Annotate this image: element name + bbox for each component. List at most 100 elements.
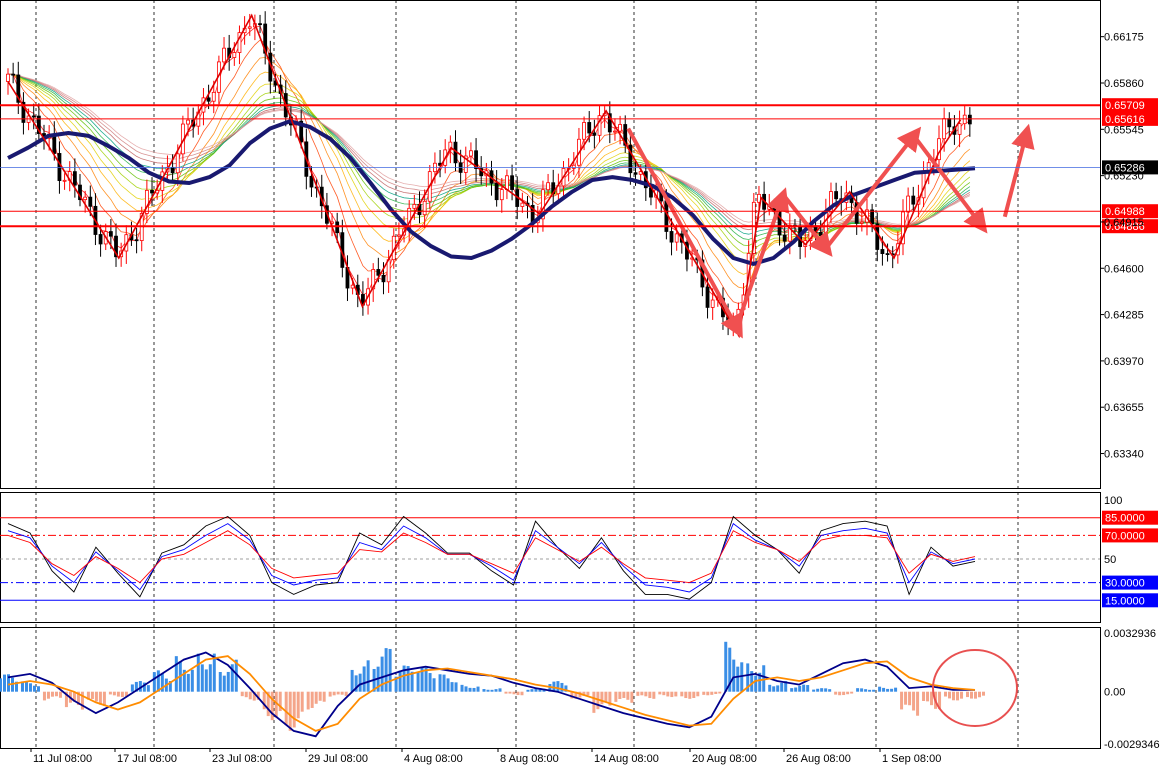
macd-histogram-bar xyxy=(820,688,824,692)
x-tick-label: 11 Jul 08:00 xyxy=(33,753,92,765)
macd-histogram-bar xyxy=(666,691,670,697)
macd-histogram-bar xyxy=(472,687,476,692)
macd-histogram-bar xyxy=(806,685,810,692)
macd-histogram-bar xyxy=(296,691,300,719)
macd-histogram-bar xyxy=(388,648,392,692)
candle-body xyxy=(880,249,885,254)
macd-histogram-bar xyxy=(384,648,388,692)
candle-body xyxy=(710,299,715,308)
macd-y-tick-label: -0.0029346 xyxy=(1104,739,1160,751)
macd-histogram-bar xyxy=(58,691,62,698)
y-tick-label: 0.65545 xyxy=(1104,124,1144,136)
candle-body xyxy=(150,189,154,194)
macd-histogram-bar xyxy=(900,691,904,710)
osc-level-label: 30.0000 xyxy=(1105,578,1145,590)
macd-histogram-bar xyxy=(248,691,252,700)
macd-histogram-bar xyxy=(614,691,618,702)
macd-histogram-bar xyxy=(190,669,194,692)
candle-body xyxy=(62,179,67,182)
macd-histogram-bar xyxy=(626,691,630,700)
candle-body xyxy=(88,196,93,207)
candle-body xyxy=(186,119,190,125)
candle-body xyxy=(571,164,576,169)
macd-histogram-bar xyxy=(702,691,706,695)
macd-histogram-bar xyxy=(812,689,816,692)
candle-body xyxy=(885,253,890,255)
x-tick-label: 17 Jul 08:00 xyxy=(117,753,177,765)
macd-histogram-bar xyxy=(270,691,274,721)
macd-histogram-bar xyxy=(970,691,973,699)
candle-body xyxy=(412,204,417,209)
candle-body xyxy=(967,114,972,125)
macd-histogram-bar xyxy=(724,641,728,692)
macd-histogram-bar xyxy=(288,691,292,731)
x-tick-label: 14 Aug 08:00 xyxy=(594,753,659,765)
macd-histogram-bar xyxy=(318,691,322,701)
macd-histogram-bar xyxy=(850,691,854,694)
candle-body xyxy=(108,231,113,237)
macd-histogram-bar xyxy=(894,687,898,692)
macd-histogram-bar xyxy=(0,678,2,692)
candle-body xyxy=(211,91,216,102)
macd-histogram-bar xyxy=(508,691,512,694)
macd-histogram-bar xyxy=(834,691,838,695)
macd-histogram-bar xyxy=(366,660,370,692)
x-tick-label: 20 Aug 08:00 xyxy=(692,753,757,765)
macd-histogram-bar xyxy=(718,691,722,694)
y-tick-label: 0.63340 xyxy=(1104,449,1144,461)
candle-body xyxy=(870,209,875,225)
macd-histogram-bar xyxy=(790,688,794,692)
candle-body xyxy=(669,231,674,243)
macd-histogram-bar xyxy=(450,682,454,692)
macd-histogram-bar xyxy=(916,691,920,716)
macd-histogram-bar xyxy=(486,689,490,692)
macd-histogram-bar xyxy=(174,656,178,692)
candle-body xyxy=(859,221,864,224)
macd-histogram-bar xyxy=(904,691,908,705)
macd-histogram-bar xyxy=(828,689,832,692)
macd-histogram-bar xyxy=(362,666,366,692)
candle-body xyxy=(134,239,139,242)
macd-histogram-bar xyxy=(454,682,458,692)
macd-histogram-bar xyxy=(464,686,468,692)
macd-histogram-bar xyxy=(674,691,678,697)
macd-histogram-bar xyxy=(54,691,58,697)
macd-histogram-bar xyxy=(24,681,28,692)
macd-histogram-bar xyxy=(112,691,116,696)
candle-body xyxy=(592,132,597,136)
macd-histogram-bar xyxy=(130,684,134,692)
y-tick-label: 0.64915 xyxy=(1104,217,1144,229)
macd-histogram-bar xyxy=(416,672,420,692)
y-tick-label: 0.66175 xyxy=(1104,32,1144,44)
macd-histogram-bar xyxy=(926,691,930,702)
panel-frame-1 xyxy=(0,0,1101,489)
macd-histogram-bar xyxy=(490,689,494,692)
macd-y-tick-label: 0.00 xyxy=(1104,687,1125,699)
macd-histogram-bar xyxy=(156,670,160,692)
macd-histogram-bar xyxy=(630,691,634,703)
macd-histogram-bar xyxy=(802,684,806,692)
macd-histogram-bar xyxy=(922,691,926,701)
macd-histogram-bar xyxy=(218,672,222,692)
macd-histogram-bar xyxy=(640,691,644,696)
macd-histogram-bar xyxy=(846,691,850,695)
y-tick-label: 0.65860 xyxy=(1104,78,1144,90)
candle-body xyxy=(170,166,175,174)
macd-histogram-bar xyxy=(696,691,700,697)
macd-histogram-bar xyxy=(428,673,432,692)
macd-histogram-bar xyxy=(42,691,46,701)
macd-histogram-bar xyxy=(732,659,736,692)
macd-histogram-bar xyxy=(670,691,674,698)
candle-body xyxy=(782,234,787,242)
candle-body xyxy=(469,150,473,157)
macd-histogram-bar xyxy=(240,691,244,697)
macd-histogram-bar xyxy=(350,669,354,692)
candle-body xyxy=(206,97,211,102)
macd-histogram-bar xyxy=(714,691,718,694)
candle-body xyxy=(247,26,252,29)
y-tick-label: 0.63655 xyxy=(1104,402,1144,414)
macd-histogram-bar xyxy=(736,666,740,692)
osc-level-label: 15.0000 xyxy=(1105,595,1145,607)
macd-histogram-bar xyxy=(636,691,640,696)
macd-histogram-bar xyxy=(526,689,530,692)
